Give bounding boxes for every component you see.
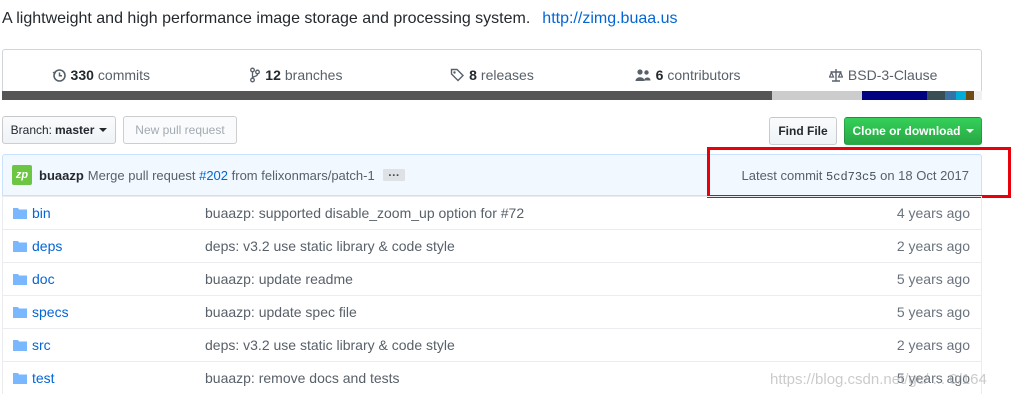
folder-icon bbox=[13, 274, 27, 285]
new-pull-request-button[interactable]: New pull request bbox=[123, 116, 237, 144]
file-name[interactable]: doc bbox=[32, 271, 55, 287]
commit-author[interactable]: buaazp bbox=[39, 168, 84, 183]
find-file-label: Find File bbox=[778, 124, 828, 138]
file-commit-message[interactable]: deps: v3.2 use static library & code sty… bbox=[205, 238, 455, 254]
language-segment bbox=[2, 91, 773, 100]
releases-count: 8 bbox=[469, 67, 477, 83]
commit-message[interactable]: Merge pull request #202 from felixonmars… bbox=[88, 168, 375, 183]
file-commit-message[interactable]: buaazp: remove docs and tests bbox=[205, 370, 400, 386]
summary-license[interactable]: BSD-3-Clause bbox=[785, 67, 981, 83]
releases-label: releases bbox=[480, 67, 534, 83]
law-icon bbox=[828, 69, 843, 82]
language-segment bbox=[974, 91, 982, 100]
commits-label: commits bbox=[97, 67, 151, 83]
file-row-doc[interactable]: doc buaazp: update readme 5 years ago bbox=[3, 262, 981, 295]
file-list: bin buaazp: supported disable_zoom_up op… bbox=[2, 196, 982, 394]
file-commit-message[interactable]: buaazp: update readme bbox=[205, 271, 353, 287]
branches-label: branches bbox=[284, 67, 343, 83]
contributors-count: 6 bbox=[655, 67, 664, 83]
repo-homepage-link[interactable]: http://zimg.buaa.us bbox=[542, 10, 677, 27]
language-segment bbox=[862, 91, 928, 100]
file-row-specs[interactable]: specs buaazp: update spec file 5 years a… bbox=[3, 295, 981, 328]
language-segment bbox=[956, 91, 967, 100]
folder-icon bbox=[13, 208, 27, 219]
file-commit-message[interactable]: buaazp: update spec file bbox=[205, 304, 357, 320]
file-name[interactable]: deps bbox=[32, 238, 62, 254]
avatar[interactable]: zp bbox=[12, 165, 32, 185]
branches-count: 12 bbox=[265, 67, 281, 83]
summary-releases[interactable]: 8 releases bbox=[394, 67, 590, 83]
file-age: 2 years ago bbox=[896, 337, 970, 353]
commits-count: 330 bbox=[70, 67, 94, 83]
commit-message-suffix: from felixonmars/patch-1 bbox=[231, 167, 375, 183]
clone-download-button[interactable]: Clone or download bbox=[844, 117, 982, 145]
language-bar[interactable] bbox=[2, 91, 982, 100]
git-branch-icon bbox=[250, 67, 261, 83]
file-row-deps[interactable]: deps deps: v3.2 use static library & cod… bbox=[3, 229, 981, 262]
branch-select-button[interactable]: Branch: master bbox=[2, 116, 116, 144]
repo-description-text: A lightweight and high performance image… bbox=[2, 10, 531, 27]
folder-icon bbox=[13, 241, 27, 252]
clone-download-label: Clone or download bbox=[852, 124, 961, 138]
file-name[interactable]: bin bbox=[32, 205, 51, 221]
find-file-button[interactable]: Find File bbox=[769, 117, 837, 145]
summary-branches[interactable]: 12 branches bbox=[199, 67, 395, 83]
history-icon bbox=[52, 69, 66, 82]
file-row-bin[interactable]: bin buaazp: supported disable_zoom_up op… bbox=[3, 196, 981, 229]
expand-message-button[interactable]: … bbox=[382, 166, 405, 181]
file-name[interactable]: src bbox=[32, 337, 51, 353]
language-segment bbox=[772, 91, 863, 100]
language-segment bbox=[944, 91, 957, 100]
language-segment bbox=[927, 91, 945, 100]
chevron-down-icon bbox=[965, 129, 974, 133]
file-commit-message[interactable]: buaazp: supported disable_zoom_up option… bbox=[205, 205, 524, 221]
organization-icon bbox=[635, 69, 651, 81]
summary-contributors[interactable]: 6 contributors bbox=[590, 67, 786, 83]
folder-icon bbox=[13, 373, 27, 384]
branch-label: Branch: bbox=[10, 123, 52, 137]
watermark: https://blog.csdn.net/gc/ ... 0/164 bbox=[770, 371, 987, 388]
file-commit-message[interactable]: deps: v3.2 use static library & code sty… bbox=[205, 337, 455, 353]
file-age: 5 years ago bbox=[896, 304, 970, 320]
commit-message-prefix: Merge pull request bbox=[87, 167, 196, 183]
file-age: 5 years ago bbox=[896, 271, 970, 287]
language-segment bbox=[966, 91, 975, 100]
file-age: 2 years ago bbox=[896, 238, 970, 254]
pull-request-link[interactable]: #202 bbox=[199, 168, 228, 183]
new-pull-request-label: New pull request bbox=[135, 123, 225, 137]
license-label: BSD-3-Clause bbox=[847, 67, 938, 83]
annotation-highlight-box bbox=[707, 147, 1011, 198]
file-age: 4 years ago bbox=[896, 205, 970, 221]
repo-description: A lightweight and high performance image… bbox=[2, 10, 677, 28]
folder-icon bbox=[13, 340, 27, 351]
file-row-src[interactable]: src deps: v3.2 use static library & code… bbox=[3, 328, 981, 361]
folder-icon bbox=[13, 307, 27, 318]
summary-commits[interactable]: 330 commits bbox=[3, 67, 199, 83]
file-name[interactable]: specs bbox=[32, 304, 69, 320]
tag-icon bbox=[450, 68, 465, 82]
file-name[interactable]: test bbox=[32, 370, 55, 386]
chevron-down-icon bbox=[99, 128, 108, 132]
contributors-label: contributors bbox=[667, 67, 741, 83]
branch-value: master bbox=[55, 123, 95, 137]
